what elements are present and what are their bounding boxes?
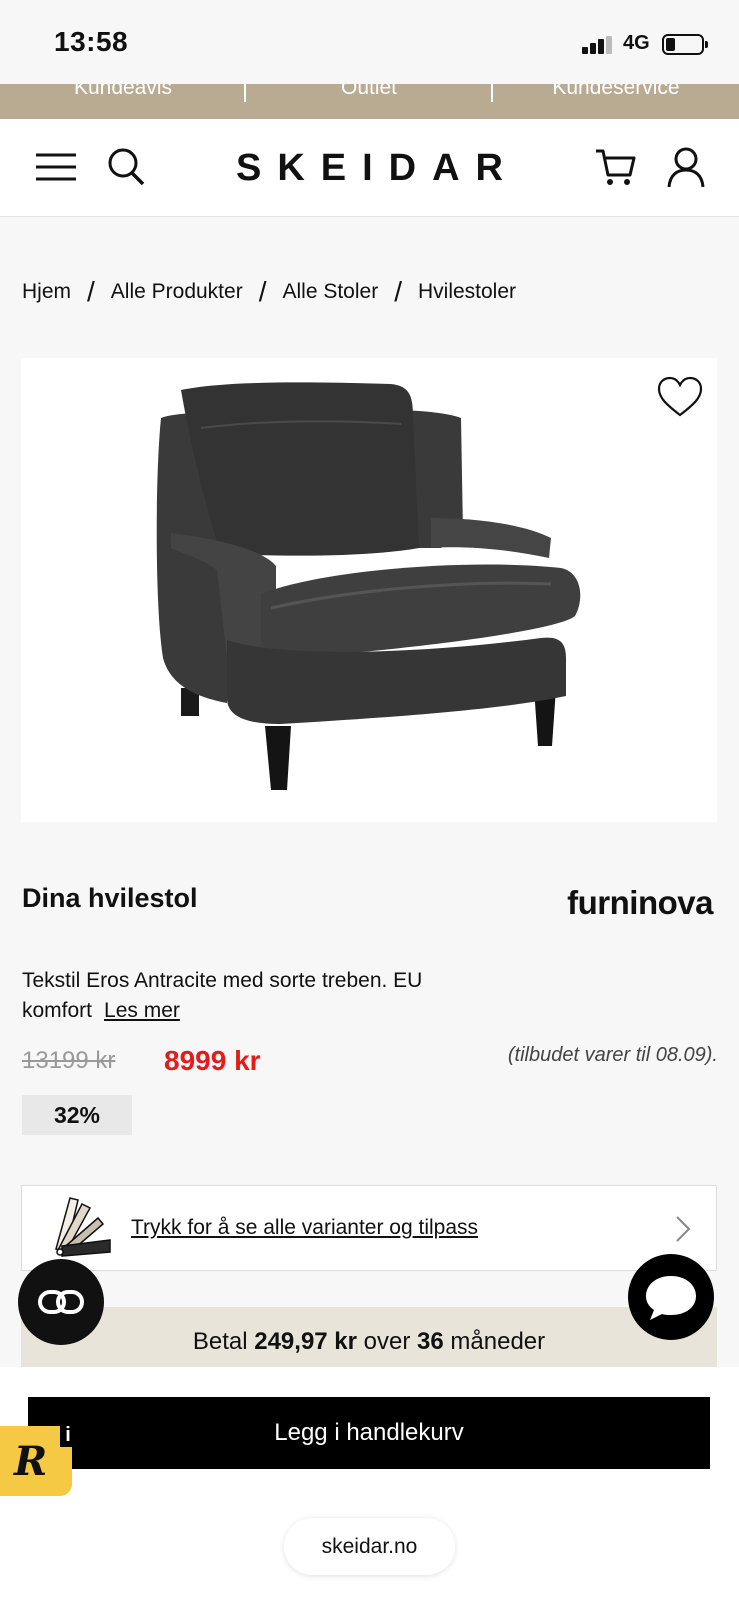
- heart-icon[interactable]: [657, 376, 703, 418]
- breadcrumb: Hjem / Alle Produkter / Alle Stoler / Hv…: [22, 276, 517, 307]
- sale-price: 8999 kr: [164, 1045, 261, 1076]
- installment-banner[interactable]: Betal 249,97 kr over 36 måneder: [21, 1307, 717, 1369]
- breadcrumb-hvilestoler[interactable]: Hvilestoler: [418, 280, 516, 304]
- info-icon: i: [60, 1424, 76, 1447]
- chevron-right-icon: [676, 1216, 691, 1242]
- variants-button[interactable]: Trykk for å se alle varianter og tilpass: [21, 1185, 717, 1271]
- co-widget-button[interactable]: [18, 1259, 104, 1345]
- description-text: Tekstil Eros Antracite med sorte treben.…: [22, 969, 423, 1022]
- discount-badge: 32%: [22, 1095, 132, 1135]
- site-header: SKEIDAR: [0, 119, 739, 217]
- battery-icon: [662, 34, 708, 55]
- top-links-strip: Kundeavis Outlet Kundeservice: [0, 84, 739, 119]
- breadcrumb-hjem[interactable]: Hjem: [22, 280, 71, 304]
- bottom-sheet: Legg i handlekurv skeidar.no: [0, 1367, 739, 1600]
- armchair-image: [156, 382, 581, 790]
- brand-logo[interactable]: furninova: [567, 884, 713, 922]
- network-label: 4G: [623, 32, 650, 54]
- product-description: Tekstil Eros Antracite med sorte treben.…: [22, 966, 512, 1026]
- reviews-badge[interactable]: R i: [0, 1424, 76, 1496]
- breadcrumb-alle-stoler[interactable]: Alle Stoler: [282, 280, 378, 304]
- cart-icon[interactable]: [594, 145, 638, 189]
- read-more-link[interactable]: Les mer: [104, 999, 180, 1022]
- status-bar: 13:58 4G: [0, 0, 739, 86]
- link-kundeavis[interactable]: Kundeavis: [0, 84, 246, 119]
- link-kundeservice[interactable]: Kundeservice: [493, 84, 739, 119]
- user-icon[interactable]: [664, 145, 708, 189]
- link-icon: [38, 1290, 84, 1314]
- offer-validity: (tilbudet varer til 08.09).: [507, 1044, 718, 1066]
- chat-button[interactable]: [628, 1254, 714, 1340]
- r-logo-icon: R: [14, 1438, 48, 1485]
- add-to-cart-button[interactable]: Legg i handlekurv: [28, 1397, 710, 1469]
- breadcrumb-alle-produkter[interactable]: Alle Produkter: [111, 280, 243, 304]
- product-image[interactable]: [21, 358, 717, 822]
- signal-icon: [582, 36, 614, 54]
- variants-label: Trykk for å se alle varianter og tilpass: [131, 1216, 479, 1239]
- status-time: 13:58: [54, 26, 129, 57]
- link-outlet[interactable]: Outlet: [246, 84, 492, 119]
- browser-url[interactable]: skeidar.no: [284, 1518, 455, 1575]
- old-price: 13199 kr: [22, 1047, 116, 1074]
- chat-bubble-icon: [646, 1276, 696, 1320]
- fabric-swatch-icon: [55, 1197, 111, 1257]
- product-title: Dina hvilestol: [22, 883, 198, 913]
